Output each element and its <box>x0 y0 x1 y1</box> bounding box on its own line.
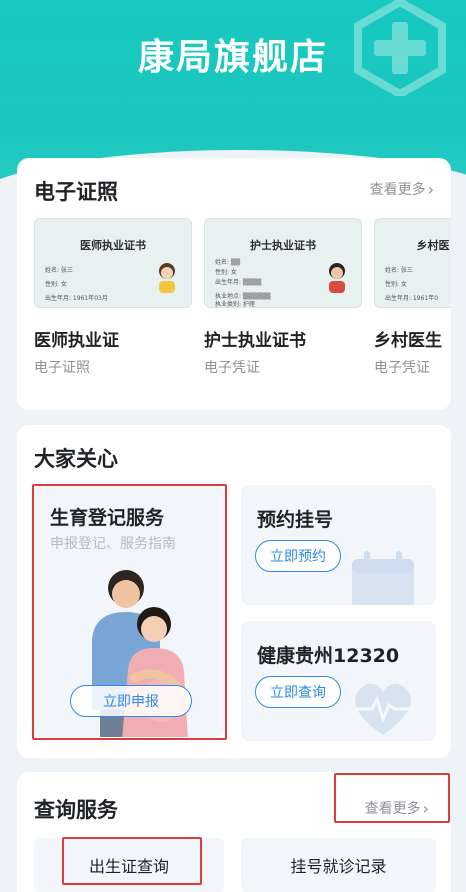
query-card: 查询服务 查看更多 › 出生证查询 挂号就诊记录 <box>17 772 451 892</box>
certificate-carousel[interactable]: 医师执业证书 姓名: 张三 性别: 女 出生年月: 1961年03月 医师执业证… <box>34 218 451 388</box>
chevron-right-icon: › <box>422 798 429 818</box>
care-title: 大家关心 <box>34 447 118 471</box>
portrait-icon <box>329 263 345 293</box>
certificate-item-nurse[interactable]: 护士执业证书 姓名: ▒▒ 性别: 女 出生年月: ▒▒▒▒ 执业地点: ▒▒▒… <box>204 218 362 377</box>
certificate-thumbnail: 医师执业证书 姓名: 张三 性别: 女 出生年月: 1961年03月 <box>34 218 192 308</box>
page-title: 康局旗舰店 <box>137 37 328 78</box>
heart-pulse-icon <box>355 683 411 735</box>
birth-registration-tile[interactable]: 生育登记服务 申报登记、服务指南 立即申报 <box>34 485 224 737</box>
certificates-more-link[interactable]: 查看更多 › <box>370 179 434 199</box>
certificate-type: 电子凭证 <box>204 360 260 376</box>
query-title: 查询服务 <box>34 798 118 822</box>
health-hotline-title: 健康贵州12320 <box>257 645 400 667</box>
appointment-tile[interactable]: 预约挂号 立即预约 <box>241 485 436 605</box>
appointment-title: 预约挂号 <box>257 509 334 531</box>
certificate-type: 电子证照 <box>34 360 90 376</box>
care-card: 大家关心 生育登记服务 申报登记、服务指南 立即申报 预约挂号 立即预约 健康贵… <box>17 425 451 758</box>
certificate-thumbnail: 乡村医 姓名: 张三 性别: 女 出生年月: 1961年0 <box>374 218 451 308</box>
query-now-button[interactable]: 立即查询 <box>255 676 341 708</box>
certificate-heading: 乡村医 <box>416 239 450 252</box>
more-label: 查看更多 <box>369 182 426 198</box>
portrait-icon <box>159 263 175 293</box>
more-label: 查看更多 <box>364 801 421 817</box>
certificates-card: 电子证照 查看更多 › 医师执业证书 姓名: 张三 性别: 女 出生年月: 19… <box>17 158 451 410</box>
birth-certificate-query-button[interactable]: 出生证查询 <box>34 838 224 892</box>
health-hotline-tile[interactable]: 健康贵州12320 立即查询 <box>241 621 436 741</box>
certificate-heading: 医师执业证书 <box>80 239 146 252</box>
certificate-heading: 护士执业证书 <box>250 239 316 252</box>
book-now-button[interactable]: 立即预约 <box>255 540 341 572</box>
chevron-right-icon: › <box>427 179 434 199</box>
birth-registration-title: 生育登记服务 <box>50 507 165 529</box>
certificate-type: 电子凭证 <box>374 360 430 376</box>
apply-now-button[interactable]: 立即申报 <box>70 685 192 717</box>
certificate-item-village-doctor[interactable]: 乡村医 姓名: 张三 性别: 女 出生年月: 1961年0 乡村医生 电子凭证 <box>374 218 451 377</box>
birth-registration-subtitle: 申报登记、服务指南 <box>50 536 176 552</box>
registration-record-button[interactable]: 挂号就诊记录 <box>241 838 436 892</box>
certificate-name: 护士执业证书 <box>204 331 306 351</box>
certificate-name: 乡村医生 <box>374 331 442 351</box>
query-more-link[interactable]: 查看更多 › <box>365 798 429 818</box>
certificate-item-doctor[interactable]: 医师执业证书 姓名: 张三 性别: 女 出生年月: 1961年03月 医师执业证… <box>34 218 192 377</box>
certificate-name: 医师执业证 <box>34 331 119 351</box>
certificates-title: 电子证照 <box>34 180 118 204</box>
calendar-icon <box>352 551 414 605</box>
certificate-thumbnail: 护士执业证书 姓名: ▒▒ 性别: 女 出生年月: ▒▒▒▒ 执业地点: ▒▒▒… <box>204 218 362 308</box>
